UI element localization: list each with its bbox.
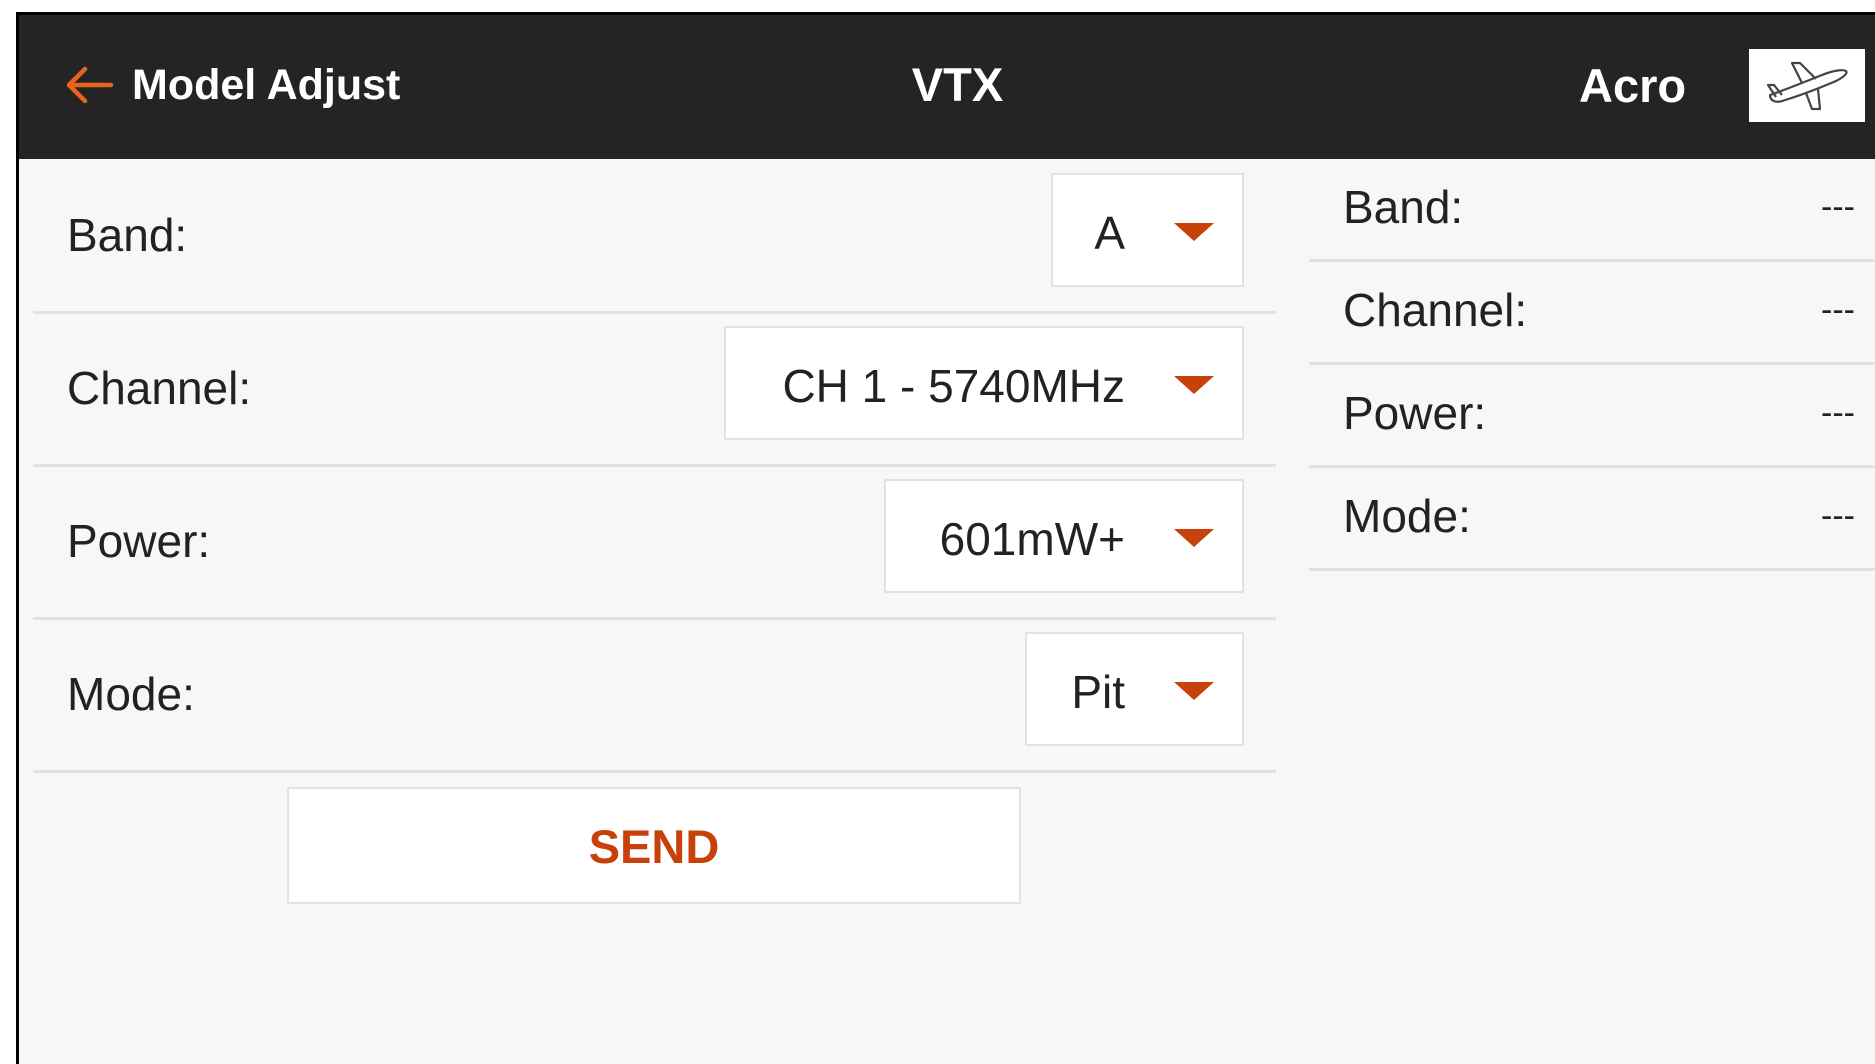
- status-channel-row: Channel: ---: [1309, 262, 1875, 365]
- status-channel-label: Channel:: [1343, 284, 1528, 336]
- band-dropdown[interactable]: A: [1051, 173, 1244, 287]
- band-label: Band:: [67, 209, 188, 261]
- power-label: Power:: [67, 515, 211, 567]
- status-mode-row: Mode: ---: [1309, 468, 1875, 571]
- screen: Model Adjust VTX Acro Band: A Channel: C…: [19, 15, 1875, 1064]
- mode-dropdown[interactable]: Pit: [1025, 632, 1244, 746]
- chevron-down-icon: [1174, 223, 1214, 241]
- channel-dropdown[interactable]: CH 1 - 5740MHz: [724, 326, 1244, 440]
- chevron-down-icon: [1174, 682, 1214, 700]
- mode-label: Mode:: [67, 668, 195, 720]
- power-dropdown[interactable]: 601mW+: [884, 479, 1244, 593]
- top-bar: Model Adjust VTX Acro: [19, 15, 1875, 159]
- mode-row: Mode: Pit: [33, 618, 1276, 773]
- status-power-label: Power:: [1343, 387, 1487, 439]
- chevron-down-icon: [1174, 376, 1214, 394]
- band-value: A: [1094, 207, 1125, 259]
- mode-value: Pit: [1071, 666, 1125, 718]
- band-row: Band: A: [33, 159, 1276, 314]
- status-power-row: Power: ---: [1309, 365, 1875, 468]
- status-band-label: Band:: [1343, 181, 1464, 233]
- flight-mode-label: Acro: [1579, 59, 1687, 112]
- chevron-down-icon: [1174, 529, 1214, 547]
- channel-value: CH 1 - 5740MHz: [782, 360, 1125, 412]
- power-value: 601mW+: [939, 513, 1125, 565]
- status-power-value: ---: [1821, 394, 1855, 432]
- status-mode-label: Mode:: [1343, 490, 1471, 542]
- channel-label: Channel:: [67, 362, 252, 414]
- status-band-value: ---: [1821, 188, 1855, 226]
- status-band-row: Band: ---: [1309, 159, 1875, 262]
- status-mode-value: ---: [1821, 497, 1855, 535]
- channel-row: Channel: CH 1 - 5740MHz: [33, 312, 1276, 467]
- power-row: Power: 601mW+: [33, 465, 1276, 620]
- send-button[interactable]: SEND: [287, 787, 1021, 904]
- model-type-button[interactable]: [1749, 49, 1865, 122]
- send-label: SEND: [588, 820, 720, 873]
- status-channel-value: ---: [1821, 291, 1855, 329]
- airplane-icon: [1766, 61, 1848, 111]
